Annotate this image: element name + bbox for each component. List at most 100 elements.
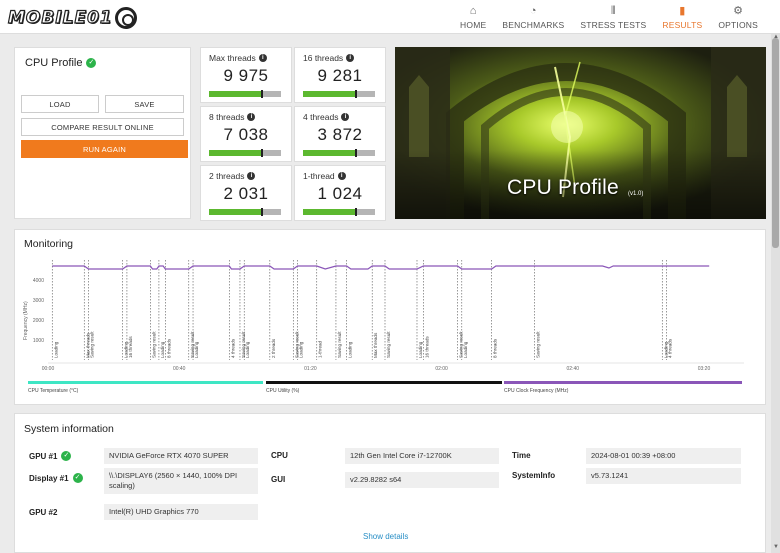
nav-options[interactable]: ⚙ OPTIONS: [710, 4, 766, 30]
score-value: 7 038: [223, 125, 269, 144]
score-tile-max-threads: Max threads i 9 975: [200, 47, 292, 103]
score-value: 9 281: [317, 66, 363, 85]
sysinfo-value-time: 2024-08-01 00:39 +08:00: [586, 448, 741, 464]
score-bar-marker: [355, 208, 358, 216]
y-axis-title: Frequency (MHz): [23, 301, 29, 340]
phase-marker-label: 8 threads: [166, 338, 171, 358]
sysinfo-key-gui: GUI: [271, 475, 285, 484]
legend-utility[interactable]: CPU Utility (%): [266, 388, 299, 394]
phase-marker-label: Loading: [194, 341, 199, 358]
score-tile-16-threads: 16 threads i 9 281: [294, 47, 386, 103]
score-value: 1 024: [317, 184, 363, 203]
monitoring-title: Monitoring: [24, 238, 74, 250]
show-details-link[interactable]: Show details: [363, 532, 408, 541]
phase-marker-label: 1-thread: [318, 340, 323, 358]
score-label: 8 threads: [209, 112, 245, 122]
info-icon[interactable]: i: [258, 54, 267, 62]
score-bar-fill: [209, 91, 263, 97]
sysinfo-value-systeminfo: v5.73.1241: [586, 468, 741, 484]
home-icon: ⌂: [469, 5, 477, 17]
app-logo[interactable]: MOBILE01: [7, 6, 148, 30]
score-bar: [303, 149, 375, 157]
phase-marker-label: 4 threads: [668, 338, 673, 358]
compare-online-button[interactable]: COMPARE RESULT ONLINE: [21, 118, 184, 136]
phase-marker-label: Max threads: [373, 332, 378, 358]
sysinfo-key-text: GPU #1: [29, 451, 58, 461]
phase-marker-label: Saving result: [386, 331, 391, 358]
save-button[interactable]: SAVE: [105, 95, 184, 113]
monitoring-chart: Frequency (MHz) 4000 3000 2000 1000 00:00 00…: [23, 260, 744, 372]
logo-text: MOBILE01: [7, 7, 113, 28]
legend-frequency[interactable]: CPU Clock Frequency (MHz): [504, 388, 568, 394]
sysinfo-key-gpu2: GPU #2: [29, 508, 57, 517]
x-tick-label: 02:40: [567, 366, 580, 372]
sysinfo-key-cpu: CPU: [271, 451, 288, 460]
nav-benchmarks-label: BENCHMARKS: [502, 20, 565, 30]
score-tile-8-threads: 8 threads i 7 038: [200, 106, 292, 162]
phase-marker-label: Loading: [53, 341, 58, 358]
nav-results-label: RESULTS: [662, 20, 703, 30]
check-icon: ✓: [72, 473, 83, 483]
scroll-down-arrow-icon[interactable]: ▼: [773, 544, 779, 550]
sysinfo-key-text: SystemInfo: [512, 471, 556, 480]
info-icon[interactable]: i: [341, 113, 350, 121]
run-again-button[interactable]: RUN AGAIN: [21, 140, 188, 158]
main-nav: ⌂ HOME ◔ BENCHMARKS ⫴ STRESS TESTS ▮ RES…: [452, 4, 766, 30]
hero-version: (v1.0): [628, 191, 644, 197]
scrollbar-thumb[interactable]: [772, 38, 779, 248]
phase-marker-label: 8 threads: [493, 338, 498, 358]
y-tick-label: 2000: [33, 318, 44, 324]
sysinfo-key-systeminfo: SystemInfo: [512, 471, 555, 480]
logo-swirl-icon: [114, 7, 137, 29]
sysinfo-key-display1: Display #1 ✓: [29, 473, 83, 483]
phase-marker-label: Loading: [160, 341, 165, 358]
sysinfo-value-gui: v2.29.8282 s64: [345, 472, 499, 488]
score-bar: [303, 90, 375, 98]
phase-marker-label: 4 threads: [230, 338, 235, 358]
score-bar-marker: [261, 208, 264, 216]
load-button[interactable]: LOAD: [21, 95, 99, 113]
phase-marker-label: Loading: [463, 341, 468, 358]
legend-temperature[interactable]: CPU Temperature (°C): [28, 388, 78, 394]
info-icon[interactable]: i: [337, 172, 346, 180]
score-bar-marker: [355, 90, 358, 98]
scroll-up-arrow-icon[interactable]: ▲: [773, 34, 779, 40]
phase-marker-label: Loading: [348, 341, 353, 358]
phase-marker-label: 16 threads: [128, 336, 133, 358]
score-tile-2-threads: 2 threads i 2 031: [200, 165, 292, 221]
legend-bar-temperature: [28, 381, 263, 384]
legend-bar-utility: [266, 381, 502, 384]
top-bar: MOBILE01 ⌂ HOME ◔ BENCHMARKS ⫴ STRESS TE…: [0, 0, 780, 34]
phase-marker-label: Saving result: [151, 331, 156, 358]
nav-results[interactable]: ▮ RESULTS: [654, 4, 710, 30]
nav-stress-tests[interactable]: ⫴ STRESS TESTS: [572, 4, 654, 30]
nav-benchmarks[interactable]: ◔ BENCHMARKS: [494, 4, 572, 30]
x-tick-label: 02:00: [435, 366, 448, 372]
phase-marker-label: Saving result: [337, 331, 342, 358]
score-value: 2 031: [223, 184, 269, 203]
score-label: 4 threads: [303, 112, 339, 122]
score-bar-fill: [209, 150, 262, 156]
score-bar: [303, 208, 375, 216]
nav-options-label: OPTIONS: [718, 20, 758, 30]
sysinfo-value-cpu: 12th Gen Intel Core i7-12700K: [345, 448, 499, 464]
info-icon[interactable]: i: [346, 54, 355, 62]
score-bar: [209, 149, 281, 157]
score-bar: [209, 90, 281, 98]
stress-bars-icon: ⫴: [610, 5, 616, 17]
score-label: 2 threads: [209, 171, 245, 181]
sysinfo-key-text: Display #1: [29, 473, 69, 483]
frequency-series-line: [52, 265, 710, 270]
sysinfo-value-gpu1: NVIDIA GeForce RTX 4070 SUPER: [104, 448, 258, 464]
sysinfo-value-gpu2: Intel(R) UHD Graphics 770: [104, 504, 258, 520]
score-bar-fill: [209, 209, 263, 215]
check-icon: ✓: [86, 58, 97, 68]
sysinfo-key-gpu1: GPU #1 ✓: [29, 451, 72, 461]
info-icon[interactable]: i: [247, 172, 256, 180]
sysinfo-key-text: CPU: [271, 451, 288, 460]
nav-home[interactable]: ⌂ HOME: [452, 4, 494, 30]
gauge-icon: ◔: [529, 5, 537, 17]
score-bar-fill: [303, 150, 357, 156]
x-tick-label: 00:40: [173, 366, 186, 372]
info-icon[interactable]: i: [247, 113, 256, 121]
